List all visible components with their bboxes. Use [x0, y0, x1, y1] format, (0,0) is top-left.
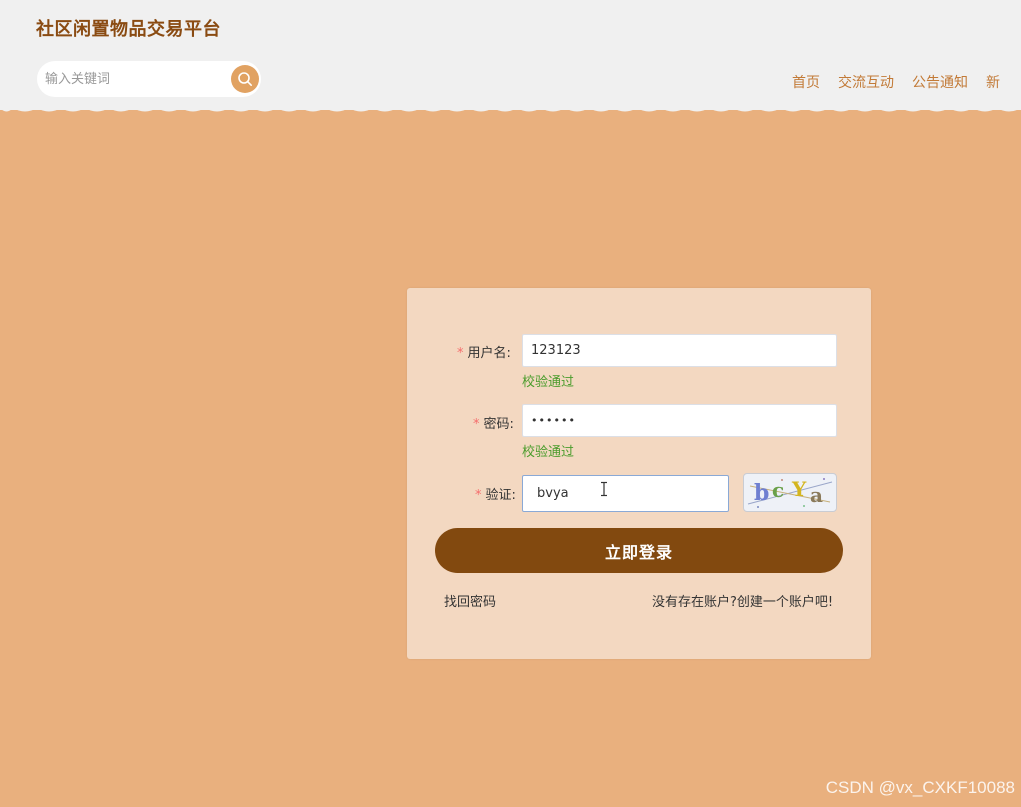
captcha-graphic: b c Y a: [747, 477, 833, 508]
page: 社区闲置物品交易平台 首页交流互动公告通知新 *用户名: 校验通过 *密码: •…: [0, 0, 1021, 807]
watermark: CSDN @vx_CXKF10088: [825, 778, 1015, 797]
search-input[interactable]: [37, 61, 235, 97]
nav-forum[interactable]: 交流互动: [838, 72, 894, 92]
username-label: * 用户名:: [457, 346, 511, 361]
captcha-char-4: a: [810, 483, 823, 507]
text-cursor-icon: [601, 481, 607, 497]
captcha-char-2: c: [772, 478, 784, 502]
captcha-input[interactable]: [522, 475, 729, 512]
captcha-label: * 验证:: [475, 488, 516, 503]
captcha-image[interactable]: b c Y a: [743, 473, 837, 512]
captcha-char-1: b: [754, 480, 769, 506]
password-label: * 密码:: [473, 417, 514, 432]
search-icon: [238, 72, 252, 86]
forgot-password-link[interactable]: 找回密码: [444, 591, 496, 610]
site-title: 社区闲置物品交易平台: [36, 19, 221, 40]
search-button[interactable]: [231, 65, 259, 93]
nav-home[interactable]: 首页: [792, 72, 820, 92]
username-input[interactable]: [522, 334, 837, 367]
nav-more[interactable]: 新: [986, 72, 1000, 92]
header: 社区闲置物品交易平台 首页交流互动公告通知新: [0, 0, 1021, 110]
nav-notice[interactable]: 公告通知: [912, 72, 968, 92]
login-button[interactable]: 立即登录: [435, 528, 843, 573]
password-input[interactable]: ••••••: [522, 404, 837, 437]
username-validation-message: 校验通过: [522, 375, 575, 390]
main-nav: 首页 交流互动 公告通知新: [792, 72, 1018, 92]
header-wave-border: [0, 104, 1021, 112]
password-validation-message: 校验通过: [522, 445, 575, 460]
register-link[interactable]: 没有存在账户?创建一个账户吧!: [652, 591, 833, 610]
captcha-char-3: Y: [791, 477, 807, 501]
search-box: [37, 61, 261, 97]
